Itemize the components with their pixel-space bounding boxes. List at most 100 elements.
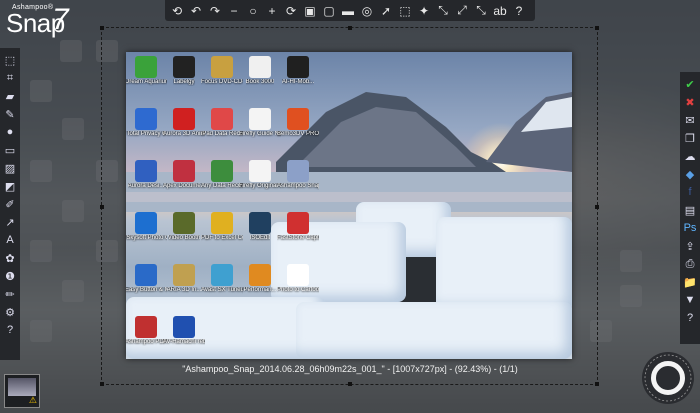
resize-handle-mr[interactable] xyxy=(595,205,599,209)
desktop-icon[interactable]: ARIA 3D In... xyxy=(164,264,204,294)
cursor-select-icon[interactable]: ⬚ xyxy=(396,2,414,20)
selection-icon[interactable]: ⬚ xyxy=(2,52,18,68)
settings-icon[interactable]: ⚙ xyxy=(2,304,18,320)
captured-screenshot[interactable]: Dream Aquarium Labelgy Focus DVD-CD-C...Bo… xyxy=(126,52,572,359)
fill-icon[interactable]: ◩ xyxy=(2,178,18,194)
facebook-icon[interactable]: f xyxy=(682,184,698,200)
resize-handle-tc[interactable] xyxy=(348,26,352,30)
rectangle-icon[interactable]: ▭ xyxy=(2,142,18,158)
desktop-icon[interactable]: AI-HI-Mob... xyxy=(278,56,318,86)
eraser-icon[interactable]: ▰ xyxy=(2,88,18,104)
help-icon[interactable]: ? xyxy=(682,310,698,326)
resize-handle-bl[interactable] xyxy=(100,382,104,386)
desktop-icon[interactable]: Ashampoo Snap 7 xyxy=(277,160,319,190)
desktop-icon[interactable]: Firefly Guide NoR... xyxy=(239,108,281,138)
highlighter-icon[interactable]: ✎ xyxy=(2,106,18,122)
desktop-icon[interactable]: AV-Hamachi rebuild... xyxy=(163,316,205,346)
pen-icon[interactable]: ✐ xyxy=(2,196,18,212)
resize-handle-br[interactable] xyxy=(595,382,599,386)
save-icon[interactable]: ▼ xyxy=(682,292,698,308)
redo-icon[interactable]: ↷ xyxy=(206,2,224,20)
desktop-icon-label: Total Privacy 6 xyxy=(126,131,166,137)
cloud-icon[interactable]: ☁ xyxy=(682,148,698,164)
cancel-icon[interactable]: ✖ xyxy=(682,94,698,110)
copy-icon[interactable]: ❐ xyxy=(682,130,698,146)
target-icon[interactable]: ◎ xyxy=(358,2,376,20)
desktop-icon[interactable]: ISOEdit xyxy=(240,212,280,242)
resize-handle-tr[interactable] xyxy=(595,26,599,30)
print-icon[interactable]: ⎙ xyxy=(682,256,698,272)
desktop-icon-image xyxy=(135,160,157,182)
stamp-icon[interactable]: ✿ xyxy=(2,250,18,266)
text-icon[interactable]: A xyxy=(2,232,18,248)
desktop-icon[interactable]: Firefly Original T... xyxy=(239,160,281,190)
desktop-icon-image xyxy=(287,212,309,234)
desktop-icon[interactable]: Photo to Cartoon xyxy=(277,264,319,294)
desktop-icon[interactable]: Bemo3DV PRO xyxy=(277,108,319,138)
desktop-icon[interactable]: FastStone Capture xyxy=(277,212,319,242)
pointer-icon[interactable]: ➚ xyxy=(377,2,395,20)
folder-icon[interactable]: 📁 xyxy=(682,274,698,290)
desktop-icon[interactable]: Easy Button & Menu ... xyxy=(126,264,167,294)
desktop-icon[interactable]: Aurora 3D Animati... xyxy=(163,108,205,138)
desktop-icon[interactable]: PDF to Excel Conve... xyxy=(201,212,243,242)
desktop-icon[interactable]: Book 3000 xyxy=(240,56,280,86)
desktop-icon-label: PDF to Excel Conve... xyxy=(201,235,243,241)
crop-frame-icon[interactable]: ▢ xyxy=(320,2,338,20)
resize-handle-ml[interactable] xyxy=(100,205,104,209)
desktop-icon-label: FastStone Capture xyxy=(277,235,319,241)
undo-all-icon[interactable]: ⟲ xyxy=(168,2,186,20)
warning-icon: ⚠ xyxy=(28,395,37,405)
shrink-icon[interactable]: ⤡ xyxy=(472,2,490,20)
undo-icon[interactable]: ↶ xyxy=(187,2,205,20)
confirm-icon[interactable]: ✔ xyxy=(682,76,698,92)
desktop-icon-image xyxy=(135,212,157,234)
text-recognition-icon[interactable]: ab xyxy=(491,2,509,20)
arrow-icon[interactable]: ↗ xyxy=(2,214,18,230)
blur-icon[interactable]: ▨ xyxy=(2,160,18,176)
desktop-icon[interactable]: Focus DVD-CD-C... xyxy=(201,56,243,86)
zoom-fit-icon[interactable]: ○ xyxy=(244,2,262,20)
document-icon[interactable]: ▤ xyxy=(682,202,698,218)
resize-handle-tl[interactable] xyxy=(100,26,104,30)
resize-icon[interactable]: ⤡ xyxy=(434,2,452,20)
pencil-icon[interactable]: ✏ xyxy=(2,286,18,302)
desktop-icon[interactable]: Aurora Desi... xyxy=(126,160,166,190)
desktop-icon-label: iPad Data Recovery (L... xyxy=(201,131,243,137)
desktop-icon-label: Video Booth xyxy=(167,235,201,241)
crop-icon[interactable]: ⌗ xyxy=(2,70,18,86)
capture-thumbnail[interactable]: ⚠ xyxy=(4,374,40,408)
ashampoo-menu-button[interactable] xyxy=(642,352,694,404)
desktop-icon[interactable]: iSkysoft Photo Geode-3D xyxy=(126,212,167,242)
drop-icon[interactable]: ● xyxy=(2,124,18,140)
desktop-icon[interactable]: Video Booth xyxy=(164,212,204,242)
rotate-icon[interactable]: ⟳ xyxy=(282,2,300,20)
photoshop-icon[interactable]: Ps xyxy=(682,220,698,236)
window-frame-icon[interactable]: ▬ xyxy=(339,2,357,20)
desktop-icon[interactable]: Total Privacy 6 xyxy=(126,108,166,138)
desktop-icon[interactable]: iPad Data Recovery (L... xyxy=(201,108,243,138)
magic-wand-icon[interactable]: ✦ xyxy=(415,2,433,20)
help-icon[interactable]: ? xyxy=(2,322,18,338)
desktop-icon-image xyxy=(249,108,271,130)
email-icon[interactable]: ✉ xyxy=(682,112,698,128)
zoom-in-icon[interactable]: + xyxy=(263,2,281,20)
desktop-icon-image xyxy=(287,56,309,78)
desktop-icon-label: Firefly Guide NoR... xyxy=(239,131,281,137)
help-icon[interactable]: ? xyxy=(510,2,528,20)
export-icon[interactable]: ⇪ xyxy=(682,238,698,254)
desktop-icon[interactable]: Ashampoo PDF Bran... xyxy=(126,316,167,346)
zoom-out-icon[interactable]: − xyxy=(225,2,243,20)
numbering-icon[interactable]: ❶ xyxy=(2,268,18,284)
expand-icon[interactable]: ⤢ xyxy=(453,2,471,20)
resize-handle-bc[interactable] xyxy=(348,382,352,386)
desktop-icon[interactable]: Any Data Recovery Pro xyxy=(201,160,243,190)
desktop-icon[interactable]: Apex Docume... xyxy=(163,160,205,190)
image-icon[interactable]: ▣ xyxy=(301,2,319,20)
dropbox-icon[interactable]: ◆ xyxy=(682,166,698,182)
desktop-icon-image xyxy=(287,160,309,182)
desktop-icon[interactable]: Labelgy xyxy=(164,56,204,86)
desktop-icon[interactable]: Performan... xyxy=(240,264,280,294)
desktop-icon[interactable]: Avast SX Tuneup 2014 xyxy=(201,264,243,294)
desktop-icon[interactable]: Dream Aquarium xyxy=(126,56,167,86)
